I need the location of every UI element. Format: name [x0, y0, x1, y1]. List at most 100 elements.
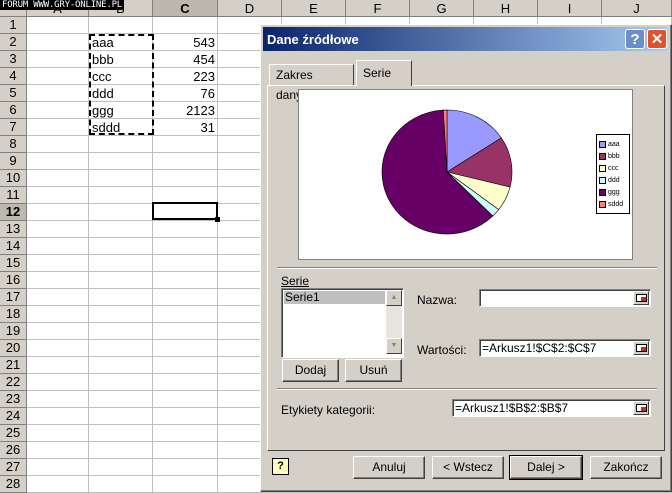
chart-legend: aaa bbb ccc ddd ggg sddd [596, 134, 630, 214]
column-header[interactable]: D [218, 0, 282, 17]
scroll-up-icon[interactable]: ▲ [386, 290, 402, 306]
row-header[interactable]: 8 [0, 136, 27, 153]
legend-swatch [599, 176, 606, 184]
row-header[interactable]: 13 [0, 221, 27, 238]
legend-label: ggg [608, 189, 620, 196]
row-header[interactable]: 6 [0, 102, 27, 119]
cancel-button[interactable]: Anuluj [353, 456, 425, 479]
row-header[interactable]: 28 [0, 476, 27, 493]
row-header[interactable]: 18 [0, 306, 27, 323]
column-header[interactable]: H [474, 0, 538, 17]
column-header[interactable]: E [282, 0, 346, 17]
close-icon: ✕ [650, 31, 664, 48]
legend-item: bbb [599, 151, 620, 162]
row-header[interactable]: 2 [0, 34, 27, 51]
column-header[interactable]: J [602, 0, 672, 17]
question-mark-icon: ? [630, 31, 640, 48]
legend-item: sddd [599, 199, 623, 210]
legend-item: ggg [599, 187, 620, 198]
legend-item: ccc [599, 163, 619, 174]
cell-value[interactable]: 2123 [153, 102, 215, 119]
remove-series-button[interactable]: Usuń [345, 359, 402, 382]
row-header[interactable]: 3 [0, 51, 27, 68]
range-picker-icon[interactable] [633, 401, 649, 415]
column-header[interactable]: F [346, 0, 410, 17]
list-item[interactable]: Serie1 [284, 291, 385, 304]
row-header[interactable]: 10 [0, 170, 27, 187]
row-header[interactable]: 17 [0, 289, 27, 306]
row-header[interactable]: 22 [0, 374, 27, 391]
cell-value[interactable]: 543 [153, 34, 215, 51]
copy-marquee [89, 34, 154, 135]
wartosci-value: =Arkusz1!$C$2:$C$7 [482, 341, 597, 355]
row-header[interactable]: 7 [0, 119, 27, 136]
legend-label: sddd [608, 201, 624, 208]
nazwa-label: Nazwa: [417, 293, 458, 307]
row-header[interactable]: 27 [0, 459, 27, 476]
category-labels-label: Etykiety kategorii: [281, 403, 376, 417]
dialog-title: Dane źródłowe [267, 32, 359, 47]
row-header[interactable]: 19 [0, 323, 27, 340]
range-picker-icon[interactable] [633, 291, 649, 305]
legend-swatch [599, 200, 606, 208]
legend-label: ddd [608, 177, 620, 184]
vertical-scrollbar[interactable]: ▲ ▼ [386, 290, 402, 354]
next-button[interactable]: Dalej > [509, 455, 583, 480]
close-button[interactable]: ✕ [647, 29, 667, 49]
row-header[interactable]: 12 [0, 204, 27, 221]
dialog-titlebar[interactable]: Dane źródłowe ? ✕ [263, 27, 667, 51]
cell-value[interactable]: 31 [153, 119, 215, 136]
row-header[interactable]: 16 [0, 272, 27, 289]
help-button[interactable]: ? [625, 29, 645, 49]
column-header[interactable]: I [538, 0, 602, 17]
range-picker-icon[interactable] [633, 341, 649, 355]
row-header[interactable]: 24 [0, 408, 27, 425]
legend-item: aaa [599, 139, 620, 150]
separator [277, 267, 657, 269]
chart-preview: aaa bbb ccc ddd ggg sddd [298, 89, 633, 260]
scroll-down-icon[interactable]: ▼ [386, 338, 402, 354]
legend-label: ccc [608, 165, 619, 172]
legend-label: aaa [608, 141, 620, 148]
row-header[interactable]: 4 [0, 68, 27, 85]
add-series-button[interactable]: Dodaj [282, 359, 339, 382]
watermark: FORUM WWW.GRY-ONLINE.PL [0, 0, 125, 10]
wartosci-field[interactable]: =Arkusz1!$C$2:$C$7 [479, 339, 651, 357]
row-header[interactable]: 20 [0, 340, 27, 357]
category-labels-field[interactable]: =Arkusz1!$B$2:$B$7 [452, 399, 651, 417]
column-header[interactable]: C [153, 0, 218, 17]
row-header[interactable]: 23 [0, 391, 27, 408]
legend-swatch [599, 164, 606, 172]
pie-chart [381, 109, 513, 235]
tab-series[interactable]: Serie [356, 60, 412, 86]
finish-button[interactable]: Zakończ [590, 456, 662, 479]
row-header[interactable]: 15 [0, 255, 27, 272]
row-header[interactable]: 1 [0, 17, 27, 34]
row-header[interactable]: 11 [0, 187, 27, 204]
column-header[interactable]: G [410, 0, 474, 17]
row-header[interactable]: 9 [0, 153, 27, 170]
cell-value[interactable]: 223 [153, 68, 215, 85]
legend-label: bbb [608, 153, 620, 160]
series-section-label: Serie [281, 274, 310, 288]
legend-swatch [599, 188, 606, 196]
legend-swatch [599, 152, 606, 160]
separator [277, 388, 657, 390]
tab-data-range[interactable]: Zakres danych [269, 64, 354, 102]
cell-value[interactable]: 76 [153, 85, 215, 102]
nazwa-field[interactable] [479, 289, 651, 307]
active-cell-c12[interactable] [152, 202, 220, 222]
legend-item: ddd [599, 175, 620, 186]
category-labels-value: =Arkusz1!$B$2:$B$7 [455, 401, 569, 415]
back-button[interactable]: < Wstecz [432, 456, 504, 479]
wartosci-label: Wartości: [417, 343, 467, 357]
series-listbox[interactable]: Serie1 ▲ ▼ [281, 288, 404, 358]
row-header[interactable]: 25 [0, 425, 27, 442]
row-header[interactable]: 5 [0, 85, 27, 102]
row-header[interactable]: 14 [0, 238, 27, 255]
cell-value[interactable]: 454 [153, 51, 215, 68]
row-header[interactable]: 21 [0, 357, 27, 374]
row-header[interactable]: 26 [0, 442, 27, 459]
office-assistant-help-icon[interactable]: ? [272, 458, 289, 475]
legend-swatch [599, 140, 606, 148]
